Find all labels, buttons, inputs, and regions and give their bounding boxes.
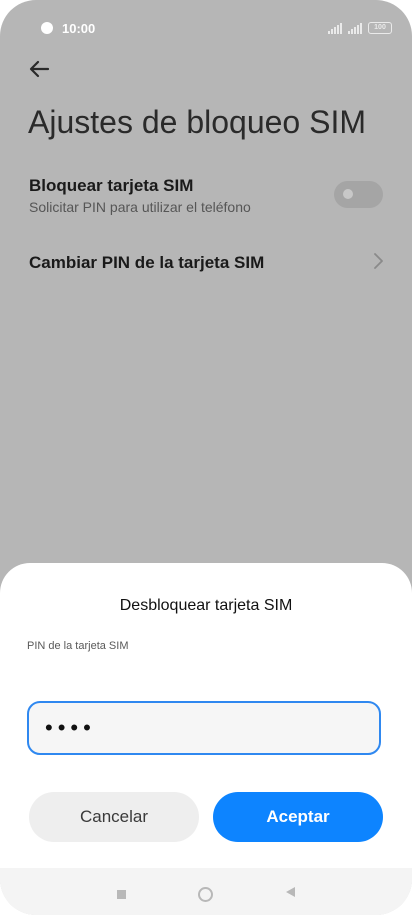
battery-icon: 100 (368, 22, 392, 34)
change-pin-row[interactable]: Cambiar PIN de la tarjeta SIM (0, 253, 412, 273)
pin-field-label: PIN de la tarjeta SIM (27, 640, 129, 652)
status-icons: 100 (328, 22, 392, 34)
lock-sim-toggle[interactable] (334, 181, 383, 208)
phone-screen: 10:00 100 Ajustes de bloqueo SIM Bloquea… (0, 0, 412, 915)
camera-dot-icon (41, 22, 53, 34)
unlock-sim-dialog: Desbloquear tarjeta SIM PIN de la tarjet… (0, 563, 412, 915)
toggle-knob (343, 189, 353, 199)
arrow-left-icon[interactable] (26, 55, 54, 83)
dialog-title: Desbloquear tarjeta SIM (119, 597, 293, 614)
chevron-right-icon (374, 253, 383, 269)
pin-input[interactable]: •••• (27, 701, 381, 755)
recents-square-icon[interactable] (117, 890, 126, 899)
accept-button[interactable]: Aceptar (213, 792, 383, 842)
signal-icon (348, 23, 362, 34)
signal-icon (328, 23, 342, 34)
home-circle-icon[interactable] (198, 887, 213, 902)
back-triangle-icon[interactable] (286, 887, 295, 897)
status-bar: 10:00 100 (0, 0, 412, 56)
status-time: 10:00 (62, 21, 96, 36)
navigation-bar (0, 868, 412, 915)
cancel-button[interactable]: Cancelar (29, 792, 199, 842)
change-pin-title: Cambiar PIN de la tarjeta SIM (29, 253, 265, 272)
page-title: Ajustes de bloqueo SIM (28, 104, 366, 140)
